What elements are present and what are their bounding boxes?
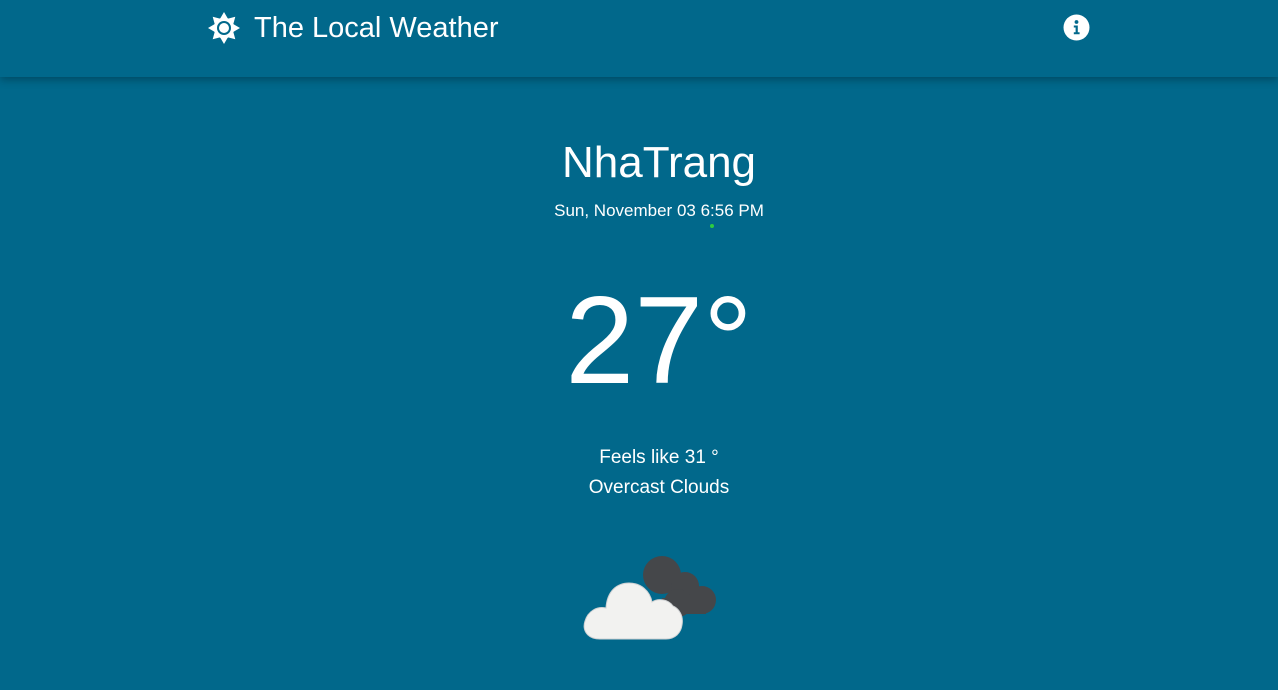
weather-description: Overcast Clouds	[588, 477, 730, 498]
temperature: 27°	[565, 272, 753, 410]
feels-like: Feels like 31 °	[599, 447, 719, 468]
top-app-bar: The Local Weather	[0, 0, 1278, 77]
info-button[interactable]	[1063, 14, 1090, 41]
date-time: Sun, November 03 6:56 PM	[554, 201, 764, 220]
brand[interactable]: The Local Weather	[207, 10, 499, 46]
status-dot	[710, 224, 714, 228]
info-icon	[1063, 14, 1090, 41]
app-title: The Local Weather	[254, 12, 499, 44]
weather-panel: NhaTrang Sun, November 03 6:56 PM 27° Fe…	[0, 77, 1278, 690]
overcast-clouds-icon	[583, 556, 716, 640]
sun-icon	[208, 12, 240, 44]
city-name: NhaTrang	[561, 138, 757, 187]
